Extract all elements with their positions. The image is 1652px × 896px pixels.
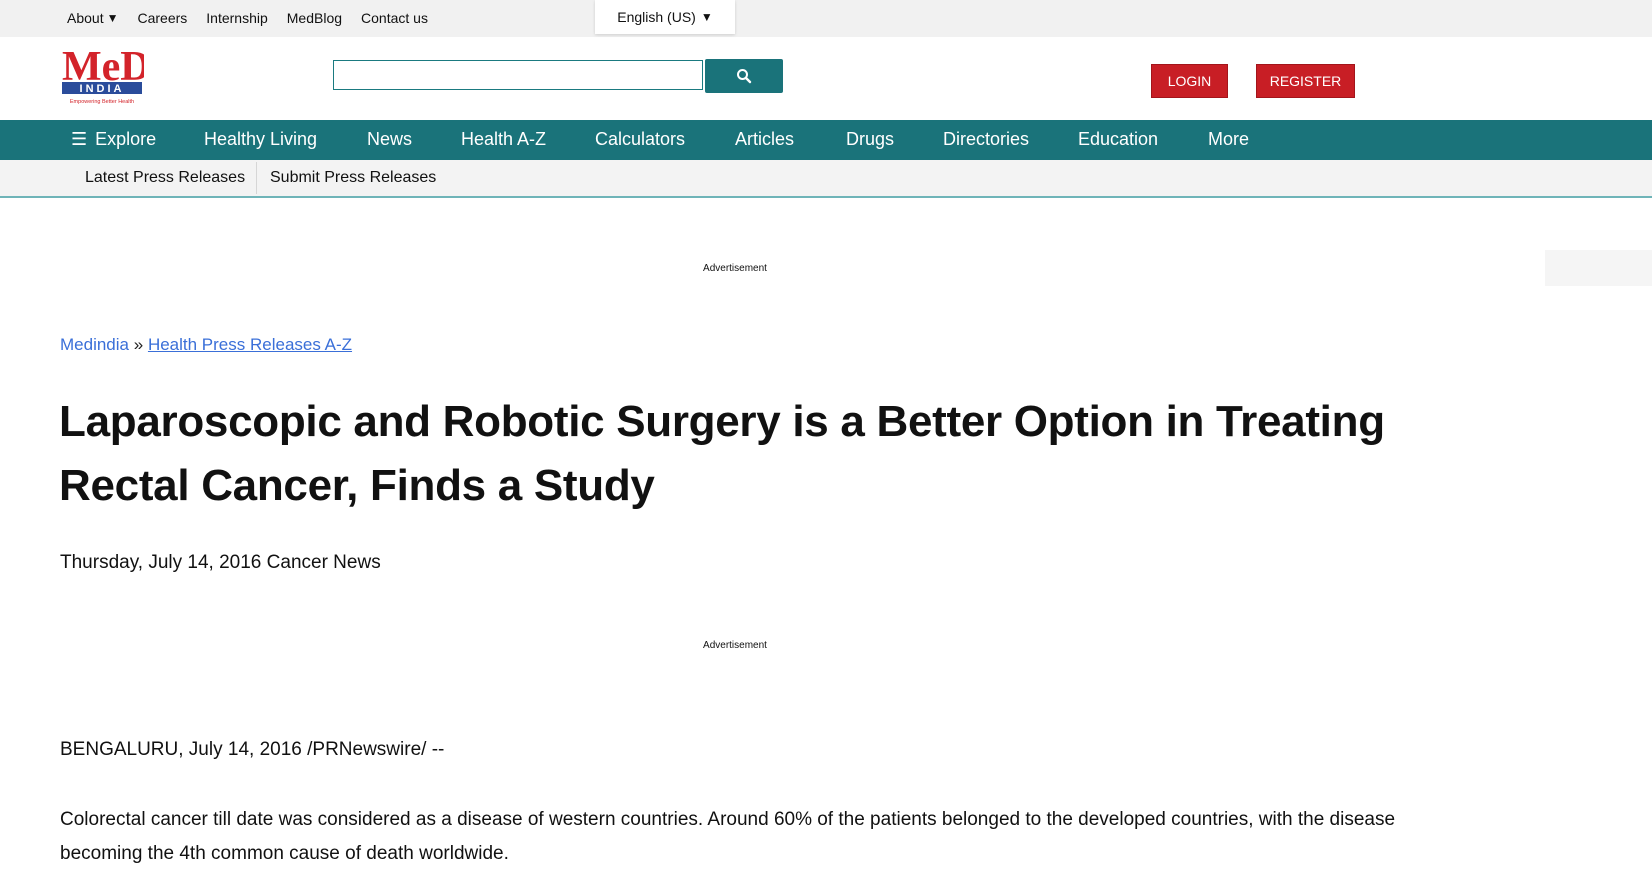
chevron-down-icon: ▼ (700, 10, 713, 24)
nav-more[interactable]: More (1208, 129, 1249, 150)
search-input[interactable] (333, 60, 703, 90)
top-utility-bar: About ▼ Careers Internship MedBlog Contac… (0, 0, 1652, 37)
article-title: Laparoscopic and Robotic Surgery is a Be… (59, 397, 1385, 510)
nav-healthy-living[interactable]: Healthy Living (204, 129, 317, 150)
language-selector[interactable]: English (US) ▼ (595, 0, 735, 34)
logo-india: INDIA (80, 83, 125, 95)
nav-explore-label: Explore (95, 129, 157, 149)
careers-link[interactable]: Careers (137, 10, 187, 26)
breadcrumb-home-link[interactable]: Medindia (60, 335, 129, 354)
article-paragraph: Colorectal cancer till date was consider… (60, 809, 1396, 864)
main-navigation: ☰ Explore Healthy Living News Health A-Z … (0, 120, 1652, 160)
medindia-logo[interactable]: MeD INDIA Empowering Better Health (62, 40, 151, 106)
article-meta: Thursday, July 14, 2016 Cancer News (60, 552, 381, 573)
top-links: About ▼ Careers Internship MedBlog Contac… (67, 10, 447, 26)
submit-press-releases-link[interactable]: Submit Press Releases (270, 169, 436, 187)
nav-directories[interactable]: Directories (943, 129, 1029, 150)
nav-calculators[interactable]: Calculators (595, 129, 685, 150)
breadcrumb: Medindia » Health Press Releases A-Z (60, 335, 352, 355)
nav-health-a-z[interactable]: Health A-Z (461, 129, 546, 150)
press-release-subnav: Latest Press Releases Submit Press Relea… (0, 160, 1652, 198)
chevron-down-icon: ▼ (106, 11, 119, 25)
nav-drugs[interactable]: Drugs (846, 129, 894, 150)
about-label: About (67, 10, 104, 26)
latest-press-releases-link[interactable]: Latest Press Releases (85, 169, 245, 187)
nav-articles[interactable]: Articles (735, 129, 794, 150)
article-dateline: BENGALURU, July 14, 2016 /PRNewswire/ -- (60, 739, 445, 760)
advertisement-label: Advertisement (703, 263, 767, 274)
nav-news[interactable]: News (367, 129, 412, 150)
about-link[interactable]: About ▼ (67, 10, 118, 26)
logo-tagline: Empowering Better Health (70, 99, 134, 105)
login-button[interactable]: LOGIN (1151, 64, 1228, 98)
medblog-link[interactable]: MedBlog (287, 10, 342, 26)
advertisement-label: Advertisement (703, 640, 767, 651)
internship-link[interactable]: Internship (206, 10, 267, 26)
nav-explore[interactable]: ☰ Explore (71, 129, 156, 150)
breadcrumb-separator: » (133, 335, 144, 354)
contact-us-link[interactable]: Contact us (361, 10, 428, 26)
search-button[interactable] (705, 59, 783, 93)
language-label: English (US) (617, 9, 696, 25)
subnav-divider (256, 162, 257, 194)
register-button[interactable]: REGISTER (1256, 64, 1355, 98)
search-icon (737, 69, 752, 84)
breadcrumb-press-releases-link[interactable]: Health Press Releases A-Z (148, 335, 352, 354)
nav-education[interactable]: Education (1078, 129, 1158, 150)
side-ad-placeholder (1545, 250, 1652, 286)
hamburger-menu-icon: ☰ (71, 129, 88, 149)
